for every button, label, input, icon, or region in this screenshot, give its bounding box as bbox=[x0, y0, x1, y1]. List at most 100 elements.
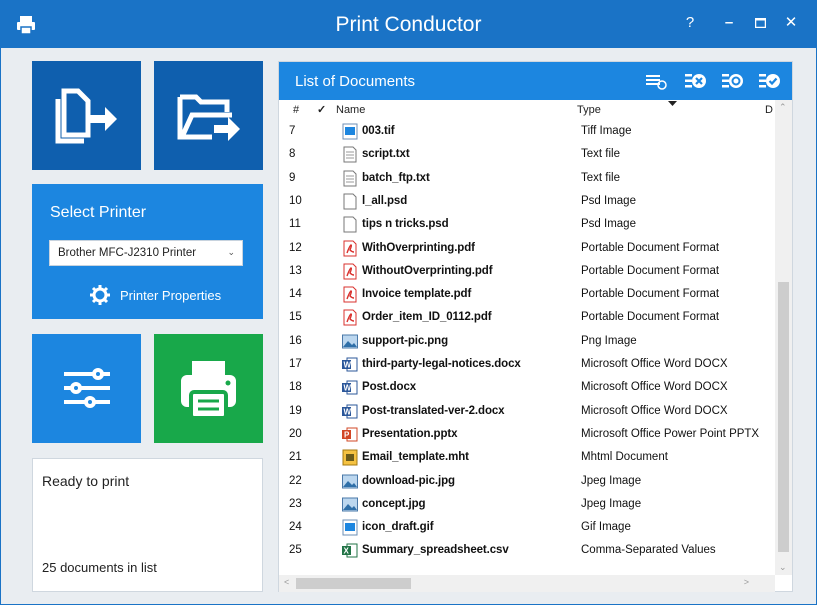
vertical-scrollbar[interactable]: ⌃ ⌄ bbox=[775, 100, 792, 575]
horizontal-scrollbar[interactable]: < > bbox=[279, 575, 775, 592]
start-printing-button[interactable] bbox=[154, 334, 263, 443]
table-row[interactable]: 8 script.txt Text file bbox=[279, 143, 775, 166]
column-check[interactable]: ✓ bbox=[317, 100, 326, 120]
row-number: 7 bbox=[289, 125, 296, 137]
file-name: Post-translated-ver-2.docx bbox=[362, 404, 505, 417]
minimize-button[interactable]: – bbox=[716, 11, 742, 35]
text-file-icon bbox=[342, 146, 358, 163]
table-row[interactable]: 9 batch_ftp.txt Text file bbox=[279, 167, 775, 190]
select-printer-panel: Select Printer Brother MFC-J2310 Printer… bbox=[32, 184, 263, 319]
clear-list-icon[interactable] bbox=[645, 71, 667, 91]
table-row[interactable]: 20 P Presentation.pptx Microsoft Office Pow… bbox=[279, 423, 775, 446]
file-name: Invoice template.pdf bbox=[362, 288, 472, 301]
scroll-left-icon[interactable]: < bbox=[284, 577, 289, 587]
file-type: Portable Document Format bbox=[581, 241, 720, 254]
column-number[interactable]: # bbox=[293, 100, 299, 120]
file-type: Microsoft Office Power Point PPTX bbox=[581, 427, 760, 440]
sliders-icon bbox=[64, 368, 110, 408]
file-name: 003.tif bbox=[362, 125, 395, 137]
remove-failed-icon[interactable] bbox=[722, 71, 744, 91]
file-name: WithoutOverprinting.pdf bbox=[362, 264, 493, 277]
table-row[interactable]: 17 Wthird-party-legal-notices.docx Microso… bbox=[279, 353, 775, 376]
picture-file-icon bbox=[342, 333, 358, 350]
file-name: batch_ftp.txt bbox=[362, 171, 430, 184]
table-row[interactable]: 18 W Post.docx Microsoft Office Word DOCX bbox=[279, 376, 775, 399]
printer-dropdown-value: Brother MFC-J2310 Printer bbox=[58, 247, 197, 259]
help-button[interactable]: ? bbox=[677, 11, 703, 35]
svg-text:P: P bbox=[344, 430, 350, 439]
printer-dropdown[interactable]: Brother MFC-J2310 Printer ⌄ bbox=[49, 240, 243, 266]
column-type[interactable]: Type bbox=[577, 100, 601, 120]
row-number: 20 bbox=[289, 427, 302, 440]
file-name: Summary_spreadsheet.csv bbox=[362, 544, 509, 557]
blank-file-icon bbox=[342, 193, 358, 210]
settings-button[interactable] bbox=[32, 334, 141, 443]
file-type: Tiff Image bbox=[581, 125, 632, 137]
scroll-right-icon[interactable]: > bbox=[744, 577, 749, 587]
file-name: WithOverprinting.pdf bbox=[362, 241, 475, 254]
table-row[interactable]: 22 download-pic.jpg Jpeg Image bbox=[279, 470, 775, 493]
add-folder-button[interactable] bbox=[154, 61, 263, 170]
document-count: 25 documents in list bbox=[42, 560, 157, 575]
file-type: Portable Document Format bbox=[581, 288, 720, 301]
add-files-button[interactable] bbox=[32, 61, 141, 170]
file-type: Portable Document Format bbox=[581, 264, 720, 277]
table-row[interactable]: 21 Email_template.mht Mhtml Document bbox=[279, 446, 775, 469]
file-name: icon_draft.gif bbox=[362, 521, 434, 534]
row-number: 17 bbox=[289, 358, 302, 370]
remove-printed-icon[interactable] bbox=[759, 71, 781, 91]
table-row[interactable]: 15 Order_item_ID_0112.pdf Portable Documen… bbox=[279, 306, 775, 329]
table-row[interactable]: 13 WithoutOverprinting.pdf Portable Docume… bbox=[279, 260, 775, 283]
row-number: 14 bbox=[289, 288, 302, 301]
file-name: support-pic.png bbox=[362, 334, 449, 347]
text-file-icon bbox=[342, 170, 358, 187]
horizontal-scroll-thumb[interactable] bbox=[296, 578, 411, 589]
file-type: Portable Document Format bbox=[581, 311, 720, 324]
file-name: Presentation.pptx bbox=[362, 427, 458, 440]
row-number: 24 bbox=[289, 521, 302, 534]
row-number: 8 bbox=[289, 148, 296, 161]
blank-file-icon bbox=[342, 216, 358, 233]
vertical-scroll-thumb[interactable] bbox=[778, 282, 789, 552]
scroll-down-icon[interactable]: ⌄ bbox=[779, 562, 787, 573]
row-number: 23 bbox=[289, 497, 302, 510]
file-type: Text file bbox=[581, 171, 620, 184]
table-row[interactable]: 7 003.tif Tiff Image bbox=[279, 120, 775, 143]
row-number: 10 bbox=[289, 194, 302, 207]
table-row[interactable]: 16 support-pic.png Png Image bbox=[279, 330, 775, 353]
table-row[interactable]: 24 icon_draft.gif Gif Image bbox=[279, 516, 775, 539]
table-row[interactable]: 10 l_all.psd Psd Image bbox=[279, 190, 775, 213]
table-row[interactable]: 11 tips n tricks.psd Psd Image bbox=[279, 213, 775, 236]
document-list-header: List of Documents bbox=[279, 62, 792, 100]
picture-file-icon bbox=[342, 473, 358, 490]
ppt-file-icon: P bbox=[342, 426, 358, 443]
image-file-icon bbox=[342, 519, 358, 536]
maximize-button[interactable] bbox=[747, 11, 773, 35]
remove-item-icon[interactable] bbox=[685, 71, 707, 91]
table-row[interactable]: 23 concept.jpg Jpeg Image bbox=[279, 493, 775, 516]
row-number: 18 bbox=[289, 381, 302, 394]
table-row[interactable]: 19 W Post-translated-ver-2.docx Microsoft O… bbox=[279, 400, 775, 423]
column-more[interactable]: D bbox=[765, 100, 775, 120]
printer-properties-button[interactable]: Printer Properties bbox=[90, 285, 221, 305]
table-row[interactable]: 12 WithOverprinting.pdf Portable Document … bbox=[279, 237, 775, 260]
status-panel: Ready to print 25 documents in list bbox=[32, 458, 263, 592]
file-type: Psd Image bbox=[581, 218, 636, 231]
excel-file-icon: X bbox=[342, 542, 358, 559]
mht-file-icon bbox=[342, 449, 358, 466]
pdf-file-icon bbox=[342, 240, 358, 257]
table-row[interactable]: 14 Invoice template.pdf Portable Document … bbox=[279, 283, 775, 306]
svg-text:X: X bbox=[344, 547, 350, 556]
table-row[interactable]: 25 X Summary_spreadsheet.csv Comma-Separate… bbox=[279, 539, 775, 562]
row-number: 16 bbox=[289, 334, 302, 347]
row-number: 9 bbox=[289, 171, 296, 184]
close-button[interactable]: ✕ bbox=[778, 11, 804, 35]
file-name: concept.jpg bbox=[362, 497, 426, 510]
scroll-up-icon[interactable]: ⌃ bbox=[779, 102, 787, 113]
column-name[interactable]: Name bbox=[336, 100, 365, 120]
word-file-icon: W bbox=[342, 403, 358, 420]
file-type: Comma-Separated Values bbox=[581, 544, 716, 557]
image-file-icon bbox=[342, 123, 358, 140]
title-bar: Print Conductor ? – ✕ bbox=[1, 1, 816, 48]
maximize-icon bbox=[754, 17, 766, 29]
